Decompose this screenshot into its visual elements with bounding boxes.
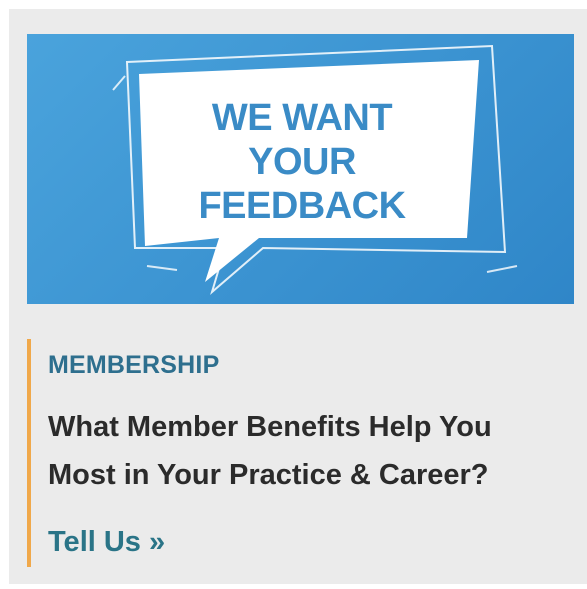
headline-line-1: What Member Benefits Help You [48,411,492,443]
banner-line-2: YOUR [248,141,356,183]
category-label[interactable]: MEMBERSHIP [48,351,219,380]
headline-line-2: Most in Your Practice & Career? [48,459,489,491]
banner-line-1: WE WANT [211,97,393,139]
tell-us-link[interactable]: Tell Us » [48,526,165,559]
feedback-banner-image[interactable]: WE WANT YOUR FEEDBACK [27,34,574,304]
banner-headline: WE WANT YOUR FEEDBACK [147,96,457,228]
article-teaser: MEMBERSHIP What Member Benefits Help You… [27,339,576,567]
feedback-card: WE WANT YOUR FEEDBACK MEMBERSHIP What Me… [9,9,587,584]
article-headline[interactable]: What Member Benefits Help You Most in Yo… [48,403,568,499]
banner-line-3: FEEDBACK [198,185,406,227]
